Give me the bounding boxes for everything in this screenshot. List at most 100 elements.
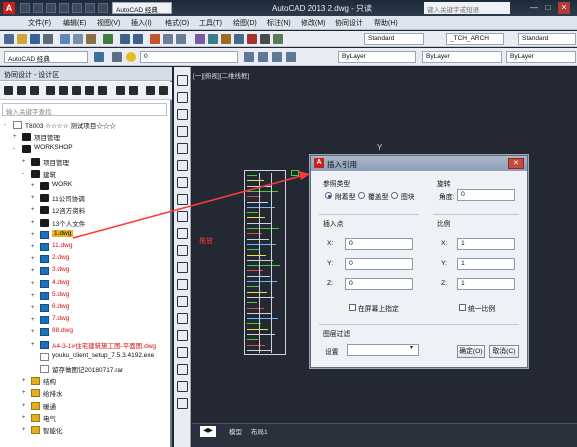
- attach-radio[interactable]: [325, 192, 332, 199]
- expand-icon[interactable]: [31, 366, 37, 372]
- block-radio[interactable]: [391, 192, 398, 199]
- menu-file[interactable]: 文件(F): [28, 18, 51, 28]
- download-icon[interactable]: [116, 86, 125, 95]
- ellipse-icon[interactable]: [177, 228, 188, 239]
- insert-x-input[interactable]: 0: [345, 238, 413, 250]
- mtext-icon[interactable]: [177, 381, 188, 392]
- lineweight-combo[interactable]: ByLayer: [506, 51, 576, 63]
- lock-icon[interactable]: [129, 86, 138, 95]
- menu-tools[interactable]: 工具(T): [199, 18, 222, 28]
- table-style-combo[interactable]: Standard: [518, 33, 576, 45]
- expand-icon[interactable]: +: [31, 317, 37, 323]
- insert-y-input[interactable]: 0: [345, 258, 413, 270]
- paste-icon[interactable]: [86, 34, 96, 44]
- expand-icon[interactable]: +: [31, 220, 37, 226]
- expand-icon[interactable]: +: [31, 281, 37, 287]
- collapse-icon[interactable]: -: [13, 146, 19, 152]
- save-icon[interactable]: [30, 34, 40, 44]
- new-icon[interactable]: [20, 3, 30, 13]
- maximize-button[interactable]: □: [542, 2, 554, 14]
- help-icon[interactable]: [273, 34, 283, 44]
- open-icon[interactable]: [33, 3, 43, 13]
- expand-icon[interactable]: +: [22, 415, 28, 421]
- expand-icon[interactable]: [31, 354, 37, 360]
- undo-icon[interactable]: [120, 34, 130, 44]
- upload-icon[interactable]: [72, 86, 81, 95]
- add-selected-icon[interactable]: [177, 398, 188, 409]
- layer-filter-select[interactable]: [347, 344, 419, 356]
- sync-icon[interactable]: [159, 86, 168, 95]
- layer-combo[interactable]: 0: [140, 51, 238, 63]
- expand-icon[interactable]: +: [31, 195, 37, 201]
- print-icon[interactable]: [72, 3, 82, 13]
- region-icon[interactable]: [177, 347, 188, 358]
- expand-icon[interactable]: +: [13, 134, 19, 140]
- workspace-settings-icon[interactable]: [94, 52, 104, 62]
- menu-draw[interactable]: 绘图(D): [233, 18, 257, 28]
- linetype-combo[interactable]: ByLayer: [422, 51, 502, 63]
- polygon-icon[interactable]: [177, 126, 188, 137]
- print-icon[interactable]: [43, 34, 53, 44]
- expand-icon[interactable]: +: [31, 207, 37, 213]
- layer-state-icon[interactable]: [272, 52, 282, 62]
- dim-style-combo[interactable]: _TCH_ARCH: [446, 33, 504, 45]
- open-icon[interactable]: [17, 34, 27, 44]
- refresh-icon[interactable]: [146, 86, 155, 95]
- ok-button[interactable]: 确定(O): [457, 345, 485, 358]
- menu-modify[interactable]: 修改(M): [301, 18, 326, 28]
- expand-icon[interactable]: +: [31, 268, 37, 274]
- calculator-icon[interactable]: [260, 34, 270, 44]
- scale-z-input[interactable]: 1: [457, 278, 515, 290]
- expand-icon[interactable]: +: [22, 390, 28, 396]
- expand-icon[interactable]: +: [31, 305, 37, 311]
- ellipse-arc-icon[interactable]: [177, 245, 188, 256]
- expand-icon[interactable]: +: [22, 427, 28, 433]
- table-icon[interactable]: [177, 364, 188, 375]
- pan-icon[interactable]: [150, 34, 160, 44]
- expand-icon[interactable]: +: [22, 159, 28, 165]
- hatch-icon[interactable]: [177, 313, 188, 324]
- dialog-titlebar[interactable]: A 插入引用 ✕: [311, 156, 527, 171]
- minimize-button[interactable]: —: [528, 2, 540, 14]
- xline-icon[interactable]: [177, 92, 188, 103]
- viewport-label[interactable]: [一][俯视][二维线框]: [193, 70, 249, 80]
- tab-model[interactable]: 模型: [226, 426, 245, 437]
- scale-y-input[interactable]: 1: [457, 258, 515, 270]
- layer-on-icon[interactable]: [126, 52, 136, 62]
- edit-icon[interactable]: [59, 86, 68, 95]
- expand-icon[interactable]: +: [31, 183, 37, 189]
- revcloud-icon[interactable]: [177, 194, 188, 205]
- expand-icon[interactable]: +: [31, 342, 37, 348]
- text-style-combo[interactable]: Standard: [364, 33, 424, 45]
- menu-help[interactable]: 帮助(H): [374, 18, 398, 28]
- insert-z-input[interactable]: 0: [345, 278, 413, 290]
- rectangle-icon[interactable]: [177, 143, 188, 154]
- expand-icon[interactable]: +: [22, 378, 28, 384]
- workspace-combo[interactable]: AutoCAD 经典: [4, 51, 88, 63]
- markup-icon[interactable]: [247, 34, 257, 44]
- make-current-icon[interactable]: [258, 52, 268, 62]
- layer-manager-icon[interactable]: [112, 52, 122, 62]
- add-icon[interactable]: [46, 86, 55, 95]
- make-block-icon[interactable]: [177, 279, 188, 290]
- gradient-icon[interactable]: [177, 330, 188, 341]
- zoom-window-icon[interactable]: [176, 34, 186, 44]
- menu-edit[interactable]: 编辑(E): [63, 18, 86, 28]
- dialog-close-button[interactable]: ✕: [508, 158, 524, 169]
- expand-icon[interactable]: +: [31, 329, 37, 335]
- copy-icon[interactable]: [73, 34, 83, 44]
- tab-nav-icon[interactable]: ◀▶: [200, 426, 216, 437]
- cut-icon[interactable]: [60, 34, 70, 44]
- expand-icon[interactable]: +: [31, 244, 37, 250]
- uniform-scale-checkbox[interactable]: [459, 304, 466, 311]
- saveas-icon[interactable]: [59, 3, 69, 13]
- document-icon[interactable]: [17, 86, 26, 95]
- tool-palettes-icon[interactable]: [221, 34, 231, 44]
- expand-icon[interactable]: +: [31, 232, 37, 238]
- spline-icon[interactable]: [177, 211, 188, 222]
- tree-search-input[interactable]: 输入关键字查找: [2, 103, 167, 116]
- layer-isolate-icon[interactable]: [286, 52, 296, 62]
- menu-collab[interactable]: 协同设计: [335, 18, 363, 28]
- layer-previous-icon[interactable]: [244, 52, 254, 62]
- sheet-set-icon[interactable]: [234, 34, 244, 44]
